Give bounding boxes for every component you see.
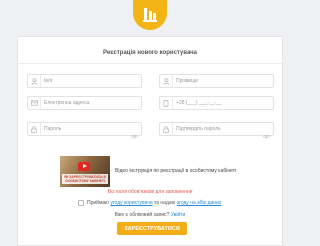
password-confirm-field[interactable] (159, 122, 274, 139)
last-name-field[interactable] (159, 74, 274, 88)
envelope-icon (28, 97, 41, 109)
email-input[interactable] (41, 97, 141, 109)
registration-card: Реєстрація нового користувача Ім'я Прізв… (17, 36, 283, 246)
data-consent-link[interactable]: згоду на збір даних (177, 200, 222, 206)
divider (18, 63, 282, 64)
phone-input[interactable] (173, 97, 273, 109)
user-agreement-link[interactable]: угоду користувача (110, 200, 152, 206)
account-question: Вже є обліковий запис? (114, 212, 170, 218)
video-caption: Відео інструкція по реєстрації в особист… (115, 168, 237, 174)
user-icon (160, 75, 173, 87)
factory-logo-icon (133, 0, 167, 30)
eye-icon[interactable] (130, 126, 139, 144)
register-button[interactable]: ЗАРЕЄСТРУВАТИСЯ (117, 222, 187, 235)
agreement-prefix: Приймаю (87, 200, 109, 206)
lock-icon (160, 123, 173, 135)
eye-icon[interactable] (262, 126, 271, 144)
play-icon[interactable] (78, 162, 90, 171)
last-name-input[interactable] (173, 75, 273, 87)
account-row: Вже є обліковий запис? Увійти (18, 212, 282, 218)
password-field[interactable] (27, 122, 142, 139)
first-name-input[interactable] (41, 75, 141, 87)
phone-icon (160, 97, 173, 109)
page-title: Реєстрація нового користувача (103, 50, 197, 56)
phone-field[interactable] (159, 96, 274, 110)
agreement-row: Приймаю угоду користувача та надаю згоду… (78, 200, 221, 206)
user-icon (28, 75, 41, 87)
video-thumbnail-text: ЯК ЗАРЕЄСТРУВАТИСЬ В ОСОБИСТОМУ КАБІНЕТІ (62, 174, 108, 184)
lock-icon (28, 123, 41, 135)
email-field[interactable] (27, 96, 142, 110)
required-note: Всі поля обов'язкові для заповнення (107, 189, 193, 195)
password-confirm-input[interactable] (173, 123, 273, 135)
agreement-checkbox[interactable] (78, 200, 84, 206)
video-thumbnail[interactable]: ЯК ЗАРЕЄСТРУВАТИСЬ В ОСОБИСТОМУ КАБІНЕТІ (60, 156, 110, 187)
agreement-middle: та надаю (154, 200, 176, 206)
password-input[interactable] (41, 123, 141, 135)
first-name-field[interactable] (27, 74, 142, 88)
login-link[interactable]: Увійти (171, 212, 186, 218)
